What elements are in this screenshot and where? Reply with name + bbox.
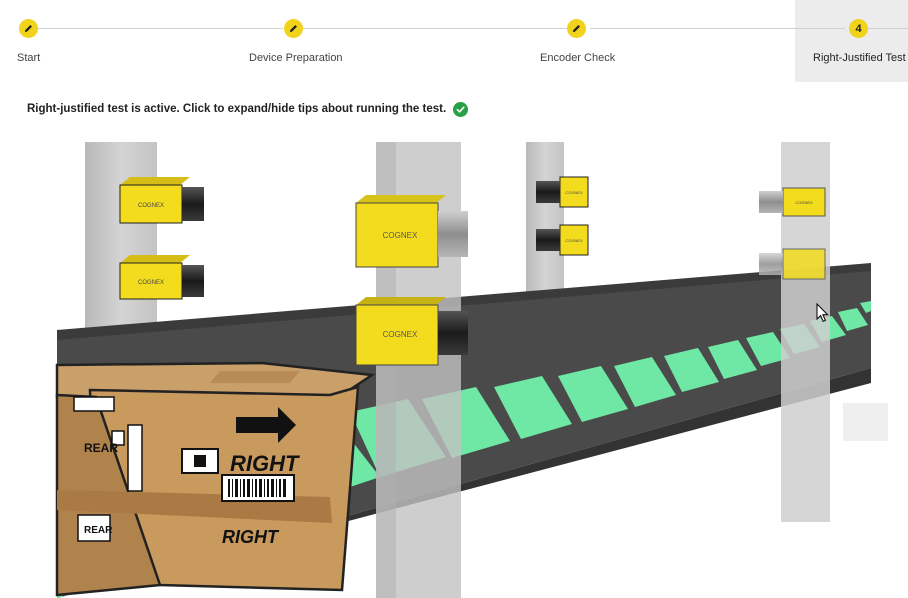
tips-toggle[interactable]: Right-justified test is active. Click to…: [27, 100, 469, 118]
check-circle-icon: [453, 101, 469, 117]
svg-text:COGNEX: COGNEX: [565, 190, 583, 195]
svg-text:COGNEX: COGNEX: [383, 330, 418, 339]
mouse-cursor-icon: [816, 303, 829, 323]
svg-text:COGNEX: COGNEX: [795, 200, 813, 205]
camera: COGNEX: [119, 255, 204, 300]
camera: COGNEX: [759, 187, 826, 217]
step-encoder-check[interactable]: Encoder Check: [520, 0, 640, 82]
step-label: Right-Justified Test: [813, 52, 906, 64]
step-label: Start: [17, 52, 41, 64]
pencil-icon: [19, 19, 38, 38]
svg-text:RIGHT: RIGHT: [230, 451, 300, 476]
svg-text:COGNEX: COGNEX: [138, 203, 164, 209]
progress-stepper: Start Device Preparation Encoder Check 4…: [0, 0, 908, 82]
tips-toggle-text: Right-justified test is active. Click to…: [27, 103, 447, 115]
svg-text:RIGHT: RIGHT: [222, 527, 280, 547]
svg-text:REAR: REAR: [84, 525, 113, 536]
camera: COGNEX: [536, 224, 589, 256]
cardboard-box: RIGHT RIGHT REAR REAR: [55, 361, 376, 597]
pencil-icon: [284, 19, 303, 38]
svg-text:REAR: REAR: [84, 441, 118, 455]
step-label: Device Preparation: [249, 52, 343, 64]
svg-text:COGNEX: COGNEX: [383, 231, 418, 240]
right-justified-test-illustration: COGNEX COGNEX COGNEX COGNEX COGNEX COGNE…: [0, 125, 908, 598]
camera: COGNEX: [119, 177, 204, 224]
pencil-icon: [567, 19, 586, 38]
camera: COGNEX: [536, 176, 589, 208]
step-label: Encoder Check: [540, 52, 616, 64]
step-device-preparation[interactable]: Device Preparation: [230, 0, 370, 82]
svg-text:COGNEX: COGNEX: [138, 280, 164, 286]
step-start[interactable]: Start: [0, 0, 120, 82]
step-right-justified-test[interactable]: 4 Right-Justified Test: [795, 0, 908, 82]
step-number: 4: [849, 19, 868, 38]
svg-text:COGNEX: COGNEX: [565, 238, 583, 243]
camera: [759, 248, 826, 280]
